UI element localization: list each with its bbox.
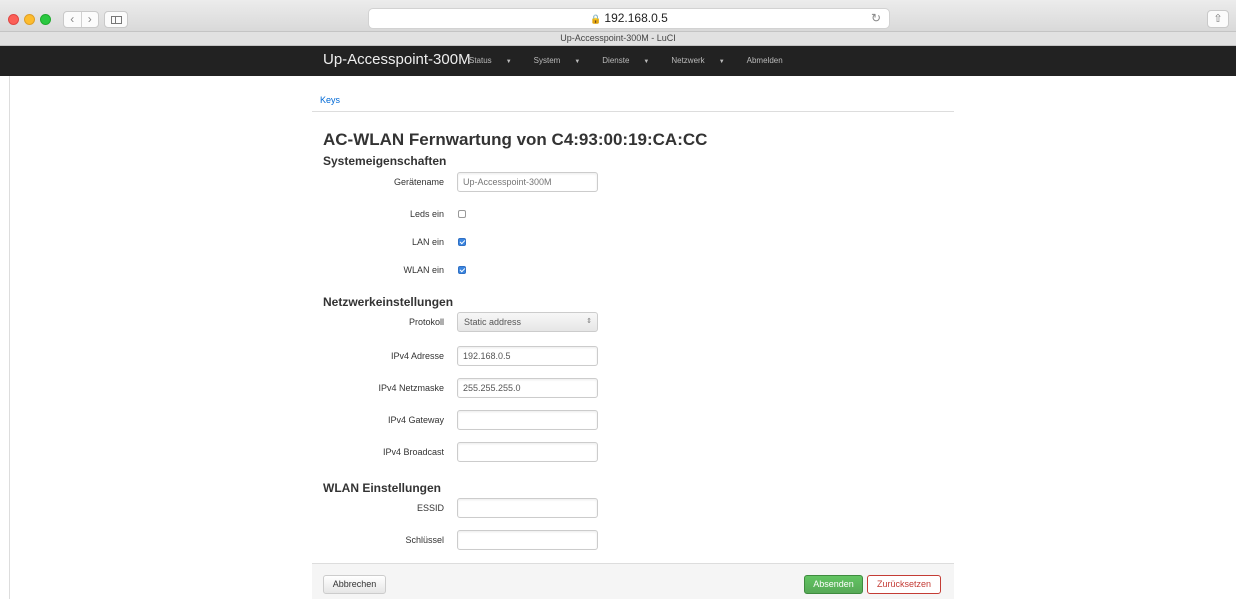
section-title-system: Systemeigenschaften [323,154,447,168]
menu-label: Dienste [602,56,630,65]
menu-item-status[interactable]: Status ▼ [469,56,523,65]
ipv4-address-input[interactable] [457,346,598,366]
menu-item-netzwerk[interactable]: Netzwerk ▼ [671,56,735,65]
ipv4-broadcast-input[interactable] [457,442,598,462]
hostname-label: Gerätename [393,177,444,187]
share-icon: ⇧ [1213,13,1223,25]
lock-icon: 🔒 [590,14,602,24]
tab-strip: Keys [312,93,954,112]
minimize-window-button[interactable] [24,14,35,25]
protocol-label: Protokoll [408,317,444,327]
menu-label: Status [469,56,492,65]
reset-button[interactable]: Zurücksetzen [867,575,941,594]
lan-checkbox[interactable] [458,238,466,246]
menu-item-system[interactable]: System ▼ [534,56,592,65]
forward-button[interactable]: › [82,12,99,27]
url-text: 192.168.0.5 [604,11,668,25]
share-button[interactable]: ⇧ [1207,10,1229,28]
section-title-network: Netzwerkeinstellungen [323,295,454,309]
wlan-key-input[interactable] [457,530,598,550]
chevron-down-icon: ▼ [643,59,650,65]
luci-navbar: Up-Accesspoint-300M Status ▼ System ▼ Dien… [0,46,1236,76]
hostname-input[interactable] [457,172,598,192]
leds-label: Leds ein [409,209,444,219]
select-arrows-icon: ⇕ [586,318,592,325]
lan-label: LAN ein [411,237,444,247]
address-bar[interactable]: 🔒 192.168.0.5 ↻ [368,8,890,29]
menu-item-abmelden[interactable]: Abmelden [747,56,783,65]
sidebar-toggle-button[interactable] [104,11,128,28]
sidebar-icon [111,16,122,24]
ipv4-gateway-label: IPv4 Gateway [387,415,444,425]
zoom-window-button[interactable] [40,14,51,25]
leds-checkbox[interactable] [458,210,466,218]
wlan-key-label: Schlüssel [405,535,444,545]
page-title: AC-WLAN Fernwartung von C4:93:00:19:CA:C… [323,130,708,149]
protocol-selected-value: Static address [464,317,522,327]
menu-label: Netzwerk [671,56,705,65]
reload-icon[interactable]: ↻ [871,9,881,28]
close-window-button[interactable] [8,14,19,25]
back-button[interactable]: ‹ [64,12,82,27]
ipv4-netmask-label: IPv4 Netzmaske [378,383,444,393]
ipv4-address-label: IPv4 Adresse [390,351,444,361]
wlan-enable-label: WLAN ein [403,265,444,275]
menu-item-dienste[interactable]: Dienste ▼ [602,56,660,65]
main-menu: Status ▼ System ▼ Dienste ▼ Netzwerk ▼ Abmel… [469,56,794,65]
protocol-select[interactable]: Static address ⇕ [457,312,598,332]
essid-input[interactable] [457,498,598,518]
chevron-down-icon: ▼ [505,59,512,65]
brand-link[interactable]: Up-Accesspoint-300M [323,51,471,68]
ipv4-gateway-input[interactable] [457,410,598,430]
chevron-down-icon: ▼ [574,59,581,65]
essid-label: ESSID [416,503,444,513]
tab-keys[interactable]: Keys [320,95,340,105]
cancel-button[interactable]: Abbrechen [323,575,386,594]
browser-titlebar: ‹ › 🔒 192.168.0.5 ↻ ⇧ [0,0,1236,32]
chevron-down-icon: ▼ [718,59,725,65]
tab-title: Up-Accesspoint-300M - LuCI [560,33,676,43]
submit-button[interactable]: Absenden [804,575,863,594]
page-divider [9,76,10,599]
ipv4-broadcast-label: IPv4 Broadcast [382,447,444,457]
history-nav: ‹ › [63,11,99,28]
tab-title-bar: Up-Accesspoint-300M - LuCI [0,32,1236,46]
ipv4-netmask-input[interactable] [457,378,598,398]
section-title-wlan: WLAN Einstellungen [323,481,441,495]
menu-label: System [533,56,561,65]
form-actions: Abbrechen Absenden Zurücksetzen [312,563,954,599]
wlan-checkbox[interactable] [458,266,466,274]
